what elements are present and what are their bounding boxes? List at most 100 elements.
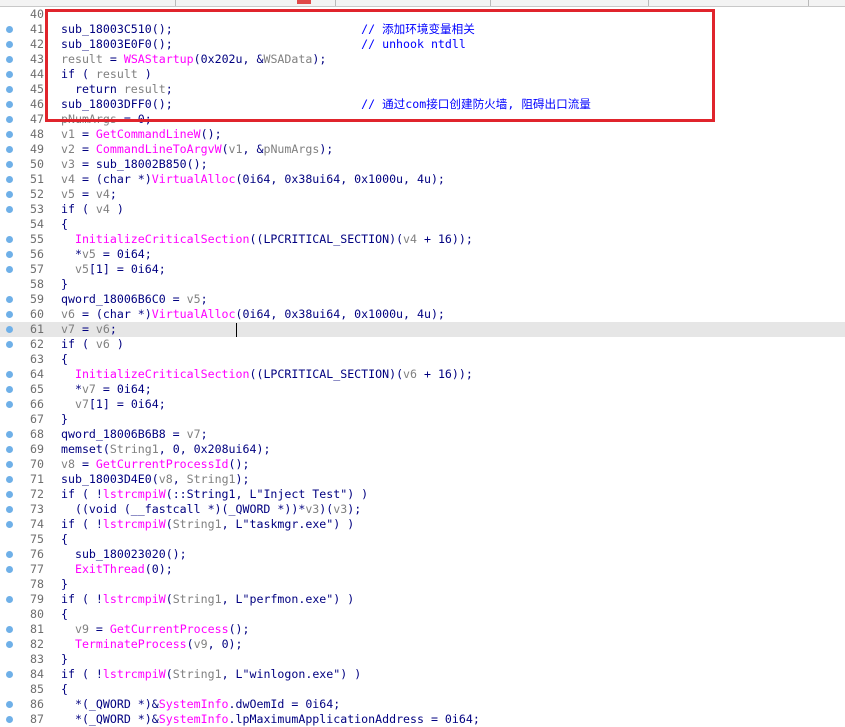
code-line[interactable]: 59 qword_18006B6C0 = v5; xyxy=(0,292,845,307)
code-line[interactable]: 73 ((void (__fastcall *)(_QWORD *))*v3)(… xyxy=(0,502,845,517)
code-line[interactable]: 77 ExitThread(0); xyxy=(0,562,845,577)
breakpoint-dot-icon[interactable] xyxy=(6,461,13,468)
code-line[interactable]: 74 if ( !lstrcmpiW(String1, L"taskmgr.exe… xyxy=(0,517,845,532)
breakpoint-dot-icon[interactable] xyxy=(6,26,13,33)
line-number: 71 xyxy=(30,472,44,486)
breakpoint-dot-icon[interactable] xyxy=(6,326,13,333)
breakpoint-dot-icon[interactable] xyxy=(6,266,13,273)
code-line[interactable]: 58} xyxy=(0,277,845,292)
code-line[interactable]: 69 memset(String1, 0, 0x208ui64); xyxy=(0,442,845,457)
code-line[interactable]: 70 v8 = GetCurrentProcessId(); xyxy=(0,457,845,472)
breakpoint-dot-icon[interactable] xyxy=(6,506,13,513)
code-line[interactable]: 82 TerminateProcess(v9, 0); xyxy=(0,637,845,652)
code-line[interactable]: 87 *(_QWORD *)&SystemInfo.lpMaximumAppli… xyxy=(0,712,845,727)
code-line[interactable]: 83} xyxy=(0,652,845,667)
code-variable: v2 xyxy=(61,142,75,156)
code-line[interactable]: 49 v2 = CommandLineToArgvW(v1, &pNumArgs)… xyxy=(0,142,845,157)
code-line[interactable]: 64 InitializeCriticalSection((LPCRITICAL… xyxy=(0,367,845,382)
code-line[interactable]: 65 *v7 = 0i64; xyxy=(0,382,845,397)
code-line[interactable]: 62 if ( v6 ) xyxy=(0,337,845,352)
line-number: 45 xyxy=(30,82,44,96)
breakpoint-dot-icon[interactable] xyxy=(6,671,13,678)
active-tab-close-icon[interactable] xyxy=(297,0,311,4)
code-line[interactable]: 71 sub_18003D4E0(v8, String1); xyxy=(0,472,845,487)
code-line[interactable]: 79 if ( !lstrcmpiW(String1, L"perfmon.exe… xyxy=(0,592,845,607)
breakpoint-dot-icon[interactable] xyxy=(6,71,13,78)
line-number: 58 xyxy=(30,277,44,291)
code-line[interactable]: 75 { xyxy=(0,532,845,547)
breakpoint-dot-icon[interactable] xyxy=(6,641,13,648)
code-text: { xyxy=(61,532,68,547)
breakpoint-dot-icon[interactable] xyxy=(6,56,13,63)
code-line[interactable]: 85 { xyxy=(0,682,845,697)
code-token: { xyxy=(61,682,68,696)
breakpoint-dot-icon[interactable] xyxy=(6,131,13,138)
code-token: = xyxy=(74,322,96,336)
breakpoint-dot-icon[interactable] xyxy=(6,491,13,498)
code-line[interactable]: 48 v1 = GetCommandLineW(); xyxy=(0,127,845,142)
code-line[interactable]: 60 v6 = (char *)VirtualAlloc(0i64, 0x38ui… xyxy=(0,307,845,322)
code-line[interactable]: 67} xyxy=(0,412,845,427)
breakpoint-dot-icon[interactable] xyxy=(6,41,13,48)
code-line[interactable]: 68 qword_18006B6B8 = v7; xyxy=(0,427,845,442)
breakpoint-dot-icon[interactable] xyxy=(6,191,13,198)
breakpoint-dot-icon[interactable] xyxy=(6,116,13,123)
breakpoint-dot-icon[interactable] xyxy=(6,176,13,183)
code-line[interactable]: 57 v5[1] = 0i64; xyxy=(0,262,845,277)
code-function: ExitThread xyxy=(74,562,145,576)
breakpoint-dot-icon[interactable] xyxy=(6,431,13,438)
breakpoint-dot-icon[interactable] xyxy=(6,206,13,213)
code-line[interactable]: 86 *(_QWORD *)&SystemInfo.dwOemId = 0i64… xyxy=(0,697,845,712)
breakpoint-dot-icon[interactable] xyxy=(6,446,13,453)
breakpoint-dot-icon[interactable] xyxy=(6,566,13,573)
breakpoint-dot-icon[interactable] xyxy=(6,626,13,633)
line-number: 87 xyxy=(30,712,44,726)
code-line[interactable]: 55 InitializeCriticalSection((LPCRITICAL… xyxy=(0,232,845,247)
code-line[interactable]: 76 sub_180023020(); xyxy=(0,547,845,562)
code-line[interactable]: 51 v4 = (char *)VirtualAlloc(0i64, 0x38ui… xyxy=(0,172,845,187)
breakpoint-dot-icon[interactable] xyxy=(6,386,13,393)
code-line[interactable]: 66 v7[1] = 0i64; xyxy=(0,397,845,412)
code-line[interactable]: 50 v3 = sub_18002B850(); xyxy=(0,157,845,172)
breakpoint-dot-icon[interactable] xyxy=(6,701,13,708)
code-variable: v4 xyxy=(95,187,110,201)
code-text: if ( v4 ) xyxy=(61,202,124,217)
breakpoint-dot-icon[interactable] xyxy=(6,296,13,303)
tab-separator xyxy=(490,0,491,6)
code-line[interactable]: 52 v5 = v4; xyxy=(0,187,845,202)
breakpoint-dot-icon[interactable] xyxy=(6,146,13,153)
breakpoint-dot-icon[interactable] xyxy=(6,341,13,348)
code-variable: v5 xyxy=(186,292,201,306)
code-line-current[interactable]: 61 v7 = v6; xyxy=(0,322,845,337)
code-line[interactable]: 80 { xyxy=(0,607,845,622)
breakpoint-dot-icon[interactable] xyxy=(6,476,13,483)
code-text: sub_18003D4E0(v8, String1); xyxy=(61,472,250,487)
code-line[interactable]: 81 v9 = GetCurrentProcess(); xyxy=(0,622,845,637)
breakpoint-dot-icon[interactable] xyxy=(6,161,13,168)
breakpoint-dot-icon[interactable] xyxy=(6,236,13,243)
breakpoint-dot-icon[interactable] xyxy=(6,551,13,558)
breakpoint-dot-icon[interactable] xyxy=(6,521,13,528)
breakpoint-dot-icon[interactable] xyxy=(6,371,13,378)
breakpoint-dot-icon[interactable] xyxy=(6,101,13,108)
code-token: sub_180023020(); xyxy=(61,547,187,561)
breakpoint-dot-icon[interactable] xyxy=(6,716,13,723)
line-number: 40 xyxy=(30,7,44,21)
code-line[interactable]: 84 if ( !lstrcmpiW(String1, L"winlogon.ex… xyxy=(0,667,845,682)
code-line[interactable]: 56 *v5 = 0i64; xyxy=(0,247,845,262)
line-number: 42 xyxy=(30,37,44,51)
code-line[interactable]: 54 { xyxy=(0,217,845,232)
code-line[interactable]: 72 if ( !lstrcmpiW(::String1, L"Inject Te… xyxy=(0,487,845,502)
code-line[interactable]: 63 { xyxy=(0,352,845,367)
code-text: sub_180023020(); xyxy=(61,547,187,562)
code-line[interactable]: 53 if ( v4 ) xyxy=(0,202,845,217)
code-variable: v1 xyxy=(228,142,243,156)
code-text: v3 = sub_18002B850(); xyxy=(61,157,208,172)
code-text: InitializeCriticalSection((LPCRITICAL_SE… xyxy=(61,232,473,247)
breakpoint-dot-icon[interactable] xyxy=(6,311,13,318)
breakpoint-dot-icon[interactable] xyxy=(6,86,13,93)
breakpoint-dot-icon[interactable] xyxy=(6,596,13,603)
code-line[interactable]: 78} xyxy=(0,577,845,592)
breakpoint-dot-icon[interactable] xyxy=(6,401,13,408)
breakpoint-dot-icon[interactable] xyxy=(6,251,13,258)
